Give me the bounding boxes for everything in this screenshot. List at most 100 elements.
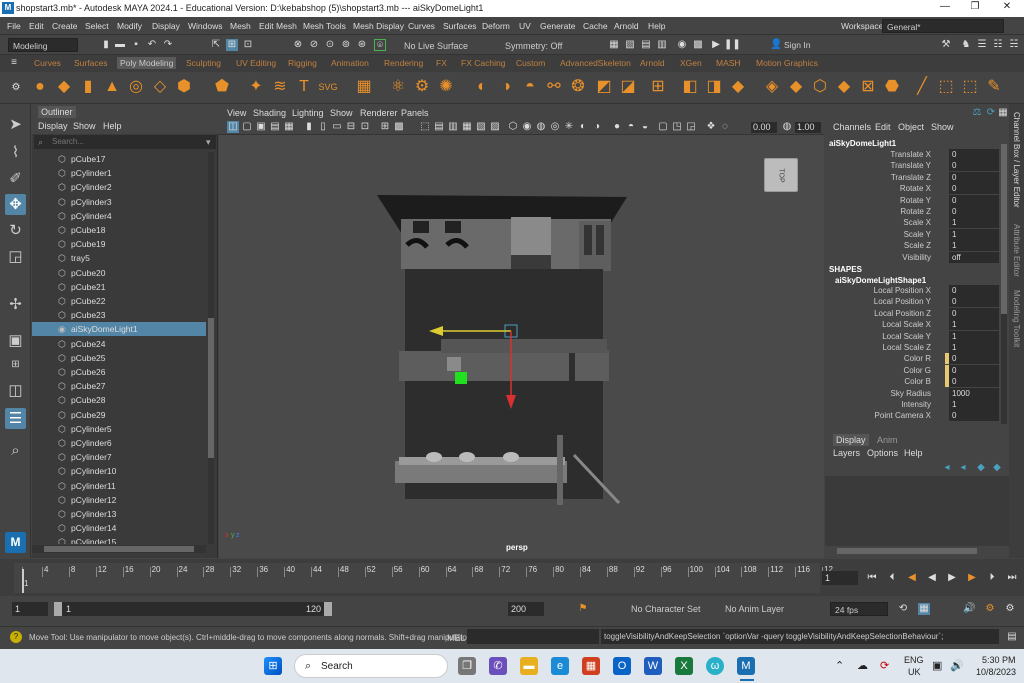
outliner-item[interactable]: ⬡ tray5 bbox=[32, 251, 206, 265]
exposure-input[interactable]: 0.00 bbox=[751, 122, 777, 133]
channel-row[interactable]: Rotate Z 0 bbox=[825, 206, 1009, 217]
collapse-icon[interactable]: ⬡ bbox=[810, 77, 830, 97]
step-back-key-icon[interactable]: ⏴ bbox=[886, 572, 898, 584]
outliner-tab[interactable]: Outliner bbox=[32, 104, 218, 118]
outliner-item[interactable]: ⬡ pCube17 bbox=[32, 152, 206, 166]
xray-joints-icon[interactable]: ▥ bbox=[447, 121, 459, 133]
isolate-select-icon[interactable]: ◉ bbox=[521, 121, 533, 133]
hud-icon[interactable]: ◓ bbox=[625, 121, 637, 133]
auto-key-icon[interactable]: ⚑ bbox=[577, 603, 589, 615]
paint-select-tool-icon[interactable]: ✐ bbox=[5, 168, 26, 189]
snap-surface-icon[interactable]: ⊛ bbox=[356, 39, 368, 51]
select-object-icon[interactable]: ⊞ bbox=[226, 39, 238, 51]
grid-toggle-icon[interactable]: ▦ bbox=[283, 121, 295, 133]
outliner-item[interactable]: ⬡ pCube25 bbox=[32, 351, 206, 365]
poly-type-icon[interactable]: ▦ bbox=[354, 77, 374, 97]
channel-value[interactable]: 1000 bbox=[949, 387, 999, 399]
gamma-icon[interactable]: ◍ bbox=[781, 121, 793, 133]
character-controls-icon[interactable]: ♞ bbox=[960, 39, 972, 51]
workspace-dropdown[interactable]: General* bbox=[882, 19, 1004, 33]
sculpt-icon[interactable]: ╱ bbox=[912, 77, 932, 97]
shelf-tab-xgen[interactable]: XGen bbox=[680, 58, 702, 68]
range-slider-track[interactable] bbox=[54, 602, 330, 616]
channel-value[interactable]: 0 bbox=[949, 285, 999, 296]
super-shape-icon[interactable]: ✦ bbox=[246, 77, 266, 97]
tray-language[interactable]: ENG bbox=[904, 655, 924, 665]
shelf-tab-rendering[interactable]: Rendering bbox=[384, 58, 423, 68]
scale-tool-icon[interactable]: ◲ bbox=[5, 246, 26, 267]
single-view-icon[interactable]: ▣ bbox=[5, 330, 26, 351]
channel-row[interactable]: Local Position Z 0 bbox=[825, 307, 1009, 319]
outliner-item[interactable]: ⬡ pCube19 bbox=[32, 237, 206, 251]
channel-label[interactable]: Point Camera X bbox=[875, 411, 931, 420]
tray-network-icon[interactable]: ☁ bbox=[857, 659, 868, 672]
spin-edge-icon[interactable]: ⬣ bbox=[882, 77, 902, 97]
channel-row[interactable]: Rotate X 0 bbox=[825, 183, 1009, 195]
outliner-item[interactable]: ⬡ pCylinder10 bbox=[32, 464, 206, 478]
gamma-input[interactable]: 1.00 bbox=[795, 122, 821, 133]
layer-up-icon[interactable]: ◂ bbox=[941, 462, 953, 474]
edge-icon[interactable]: e bbox=[551, 657, 569, 675]
channel-label[interactable]: Local Scale X bbox=[882, 320, 931, 329]
channel-label[interactable]: Color R bbox=[904, 354, 931, 363]
multi-cut-icon[interactable]: ◆ bbox=[728, 77, 748, 97]
tray-time[interactable]: 5:30 PM bbox=[982, 655, 1016, 665]
outliner-item[interactable]: ⬡ pCylinder11 bbox=[32, 479, 206, 493]
task-view-icon[interactable]: ❐ bbox=[458, 657, 476, 675]
menu-mesh-tools[interactable]: Mesh Tools bbox=[303, 21, 346, 31]
hypershade-icon[interactable]: ▥ bbox=[656, 39, 668, 51]
symmetry-dropdown[interactable]: Symmetry: Off bbox=[505, 41, 562, 51]
ipr-render-icon[interactable]: ▧ bbox=[624, 39, 636, 51]
maya-taskbar-icon[interactable]: M bbox=[737, 657, 755, 675]
attribute-editor-icon[interactable]: ☰ bbox=[976, 39, 988, 51]
bridge-icon[interactable]: ⊞ bbox=[648, 77, 668, 97]
outliner-item[interactable]: ⬡ pCylinder14 bbox=[32, 521, 206, 535]
film-gate-icon[interactable]: ▮ bbox=[303, 121, 315, 133]
channel-value[interactable]: 1 bbox=[949, 399, 999, 410]
excel-icon[interactable]: X bbox=[675, 657, 693, 675]
menu-mesh-display[interactable]: Mesh Display bbox=[353, 21, 404, 31]
remesh-icon[interactable]: ⚯ bbox=[544, 77, 564, 97]
outliner-item[interactable]: ⬡ pCylinder15 bbox=[32, 535, 206, 544]
camera-attributes-icon[interactable]: ▢ bbox=[241, 121, 253, 133]
channel-label[interactable]: Color G bbox=[903, 366, 931, 375]
playhead[interactable] bbox=[22, 569, 24, 593]
tray-date[interactable]: 10/8/2023 bbox=[976, 667, 1016, 677]
menu-windows[interactable]: Windows bbox=[188, 21, 222, 31]
layer-tab-anim[interactable]: Anim bbox=[877, 435, 898, 445]
arnold-render-view-icon[interactable]: ◉ bbox=[676, 39, 688, 51]
snap-grid-icon[interactable]: ⊗ bbox=[292, 39, 304, 51]
channel-row[interactable]: Local Scale Y 1 bbox=[825, 330, 1009, 342]
snap-view-icon[interactable]: ⊚ bbox=[340, 39, 352, 51]
outlook-icon[interactable]: O bbox=[613, 657, 631, 675]
channel-label[interactable]: Local Position Z bbox=[874, 309, 931, 318]
shelf-tab-surfaces[interactable]: Surfaces bbox=[74, 58, 108, 68]
poly-cube-icon[interactable]: ◆ bbox=[54, 77, 74, 97]
append-icon[interactable]: ◧ bbox=[680, 77, 700, 97]
sweep-mesh-icon[interactable]: ≋ bbox=[270, 77, 290, 97]
ambient-occlusion-icon[interactable]: ◍ bbox=[535, 121, 547, 133]
outliner-item[interactable]: ⬡ pCylinder4 bbox=[32, 209, 206, 223]
channel-row[interactable]: Local Scale Z 1 bbox=[825, 342, 1009, 353]
channel-row[interactable]: Local Scale X 1 bbox=[825, 319, 1009, 331]
menu-deform[interactable]: Deform bbox=[482, 21, 510, 31]
channel-value[interactable]: 0 bbox=[949, 194, 999, 206]
outliner-menu-display[interactable]: Display bbox=[38, 121, 68, 131]
shelf-settings-icon[interactable]: ≡ bbox=[8, 57, 20, 69]
menu-modify[interactable]: Modify bbox=[117, 21, 142, 31]
sync-icon[interactable]: ⟳ bbox=[985, 107, 997, 119]
extract-icon[interactable]: ◓ bbox=[520, 77, 540, 97]
outliner-item[interactable]: ⬡ pCube24 bbox=[32, 337, 206, 351]
viewport-menu-renderer[interactable]: Renderer bbox=[360, 108, 398, 118]
start-time-input[interactable]: 1 bbox=[12, 602, 48, 616]
rig-icon[interactable]: ⚖ bbox=[971, 107, 983, 119]
tray-volume-icon[interactable]: 🔊 bbox=[950, 659, 964, 672]
channel-row[interactable]: Visibility off bbox=[825, 251, 1009, 263]
fps-dropdown[interactable]: 24 fps bbox=[830, 602, 888, 616]
outliner-item[interactable]: ⬡ pCylinder3 bbox=[32, 195, 206, 209]
channel-value[interactable]: 0 bbox=[949, 307, 999, 319]
menu-help[interactable]: Help bbox=[648, 21, 665, 31]
shelf-tab-curves[interactable]: Curves bbox=[34, 58, 61, 68]
render-current-icon[interactable]: ▦ bbox=[608, 39, 620, 51]
tab-modeling-toolkit[interactable]: Modeling Toolkit bbox=[1012, 290, 1021, 347]
